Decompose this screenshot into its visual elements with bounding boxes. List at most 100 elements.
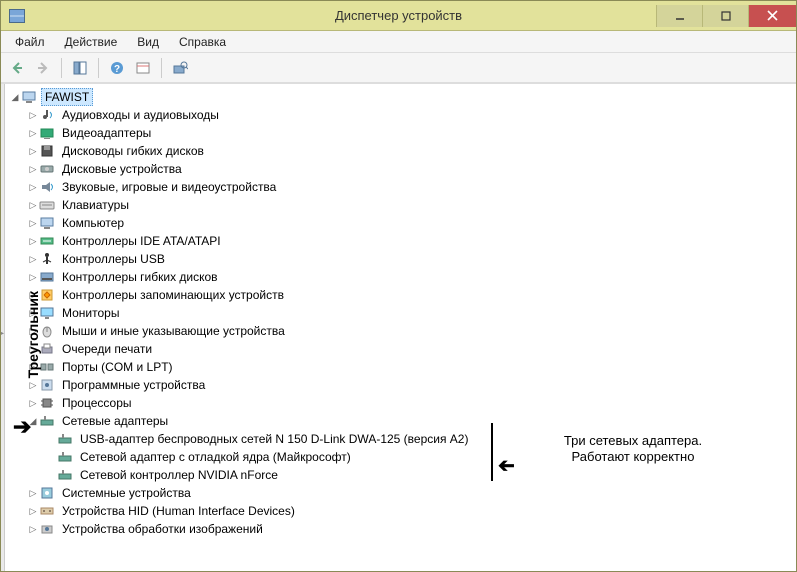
tree-root[interactable]: ◢ FAWIST <box>9 88 796 106</box>
tree-item[interactable]: ▷ Дисководы гибких дисков <box>27 142 796 160</box>
toolbar-separator <box>98 58 99 78</box>
collapse-icon[interactable]: ◢ <box>27 416 39 427</box>
audio-icon <box>39 107 55 123</box>
soft-icon <box>39 377 55 393</box>
svg-text:?: ? <box>114 64 120 75</box>
tree-item[interactable]: ▷ Компьютер <box>27 214 796 232</box>
show-hide-tree-button[interactable] <box>68 56 92 80</box>
net-icon <box>57 467 73 483</box>
tree-item[interactable]: ▷ Порты (COM и LPT) <box>27 358 796 376</box>
menu-help[interactable]: Справка <box>171 33 234 51</box>
expand-icon[interactable]: ▷ <box>27 308 39 319</box>
properties-button[interactable] <box>131 56 155 80</box>
tree-item-label: Аудиовходы и аудиовыходы <box>59 107 222 123</box>
tree-item[interactable]: ▷ Клавиатуры <box>27 196 796 214</box>
expand-icon[interactable]: ▷ <box>27 362 39 373</box>
disk-icon <box>39 161 55 177</box>
expand-icon[interactable]: ▷ <box>27 506 39 517</box>
tree-item-label: Контроллеры USB <box>59 251 168 267</box>
computer-icon <box>39 215 55 231</box>
tree-item-label: Дисководы гибких дисков <box>59 143 207 159</box>
tree-item-label: Компьютер <box>59 215 127 231</box>
expand-icon[interactable]: ▷ <box>27 182 39 193</box>
tree-item-label: Дисковые устройства <box>59 161 185 177</box>
expand-icon[interactable]: ▷ <box>27 398 39 409</box>
expand-icon[interactable]: ▷ <box>27 164 39 175</box>
expand-icon[interactable]: ▷ <box>27 218 39 229</box>
tree-item[interactable]: ▷ Дисковые устройства <box>27 160 796 178</box>
tree-item[interactable]: ▷Сетевой адаптер с отладкой ядра (Майкро… <box>45 448 796 466</box>
tree-item-label: Устройства обработки изображений <box>59 521 266 537</box>
menu-action[interactable]: Действие <box>57 33 126 51</box>
expand-icon[interactable]: ▷ <box>27 344 39 355</box>
tree-item-label: Процессоры <box>59 395 135 411</box>
expand-icon[interactable]: ▷ <box>27 200 39 211</box>
tree-item-label: Сетевой адаптер с отладкой ядра (Майкрос… <box>77 449 354 465</box>
tree-item[interactable]: ▷Мыши и иные указывающие устройства <box>27 322 796 340</box>
expand-icon[interactable]: ▷ <box>27 236 39 247</box>
tree-item[interactable]: ▷USB-адаптер беспроводных сетей N 150 D-… <box>45 430 796 448</box>
nav-back-button[interactable] <box>5 56 29 80</box>
minimize-button[interactable] <box>656 5 702 27</box>
tree-item[interactable]: ▷ Аудиовходы и аудиовыходы <box>27 106 796 124</box>
mouse-icon <box>39 323 55 339</box>
printq-icon <box>39 341 55 357</box>
tree-item[interactable]: ▷Сетевой контроллер NVIDIA nForce <box>45 466 796 484</box>
expand-icon[interactable]: ▷ <box>27 380 39 391</box>
root-label: FAWIST <box>41 88 93 106</box>
tree-item[interactable]: ▷ Устройства HID (Human Interface Devices… <box>27 502 796 520</box>
tree-item-label: Сетевой контроллер NVIDIA nForce <box>77 467 281 483</box>
computer-icon <box>21 89 37 105</box>
tree-item[interactable]: ▷ Процессоры <box>27 394 796 412</box>
expand-icon[interactable]: ▷ <box>27 272 39 283</box>
tree-item-label: Системные устройства <box>59 485 194 501</box>
sound-icon <box>39 179 55 195</box>
tree-item-label: Клавиатуры <box>59 197 132 213</box>
titlebar[interactable]: Диспетчер устройств <box>1 1 796 31</box>
nav-forward-button[interactable] <box>31 56 55 80</box>
tree-item[interactable]: ▷Контроллеры гибких дисков <box>27 268 796 286</box>
tree-item-label: Порты (COM и LPT) <box>59 359 176 375</box>
scan-hardware-button[interactable] <box>168 56 192 80</box>
tree-item[interactable]: ▷Программные устройства <box>27 376 796 394</box>
help-button[interactable]: ? <box>105 56 129 80</box>
maximize-button[interactable] <box>702 5 748 27</box>
ide-icon <box>39 233 55 249</box>
tree-item[interactable]: ▷Видеоадаптеры <box>27 124 796 142</box>
toolbar-separator <box>161 58 162 78</box>
toolbar: ? <box>1 53 796 83</box>
expand-icon[interactable]: ▷ <box>27 254 39 265</box>
expand-icon[interactable]: ▷ <box>27 110 39 121</box>
expand-icon[interactable]: ▷ <box>27 524 39 535</box>
device-tree[interactable]: ◢ FAWIST ▷ Аудиовходы и аудиовыходы▷Видео… <box>5 84 796 571</box>
menu-file[interactable]: Файл <box>7 33 53 51</box>
net-icon <box>57 449 73 465</box>
app-icon <box>9 9 25 23</box>
tree-item[interactable]: ▷Очереди печати <box>27 340 796 358</box>
tree-item[interactable]: ▷ Устройства обработки изображений <box>27 520 796 538</box>
tree-item[interactable]: ◢Сетевые адаптеры <box>27 412 796 430</box>
tree-item[interactable]: ▷Звуковые, игровые и видеоустройства <box>27 178 796 196</box>
close-button[interactable] <box>748 5 796 27</box>
collapse-icon[interactable]: ◢ <box>9 92 21 103</box>
tree-item[interactable]: ▷ Контроллеры USB <box>27 250 796 268</box>
toolbar-separator <box>61 58 62 78</box>
tree-item[interactable]: ▷Мониторы <box>27 304 796 322</box>
cpu-icon <box>39 395 55 411</box>
expand-icon[interactable]: ▷ <box>27 326 39 337</box>
tree-item[interactable]: ▷Контроллеры IDE ATA/ATAPI <box>27 232 796 250</box>
expand-icon[interactable]: ▷ <box>27 488 39 499</box>
floppyc-icon <box>39 269 55 285</box>
ports-icon <box>39 359 55 375</box>
tree-item[interactable]: ▷Контроллеры запоминающих устройств <box>27 286 796 304</box>
tree-item[interactable]: ▷ Системные устройства <box>27 484 796 502</box>
tree-item-label: Устройства HID (Human Interface Devices) <box>59 503 298 519</box>
expand-icon[interactable]: ▷ <box>27 146 39 157</box>
expand-icon[interactable]: ▷ <box>27 290 39 301</box>
menu-view[interactable]: Вид <box>129 33 167 51</box>
imaging-icon <box>39 521 55 537</box>
expand-icon[interactable]: ▷ <box>27 128 39 139</box>
system-icon <box>39 485 55 501</box>
monitor-icon <box>39 305 55 321</box>
expand-pane-icon: ▸ <box>1 328 4 339</box>
